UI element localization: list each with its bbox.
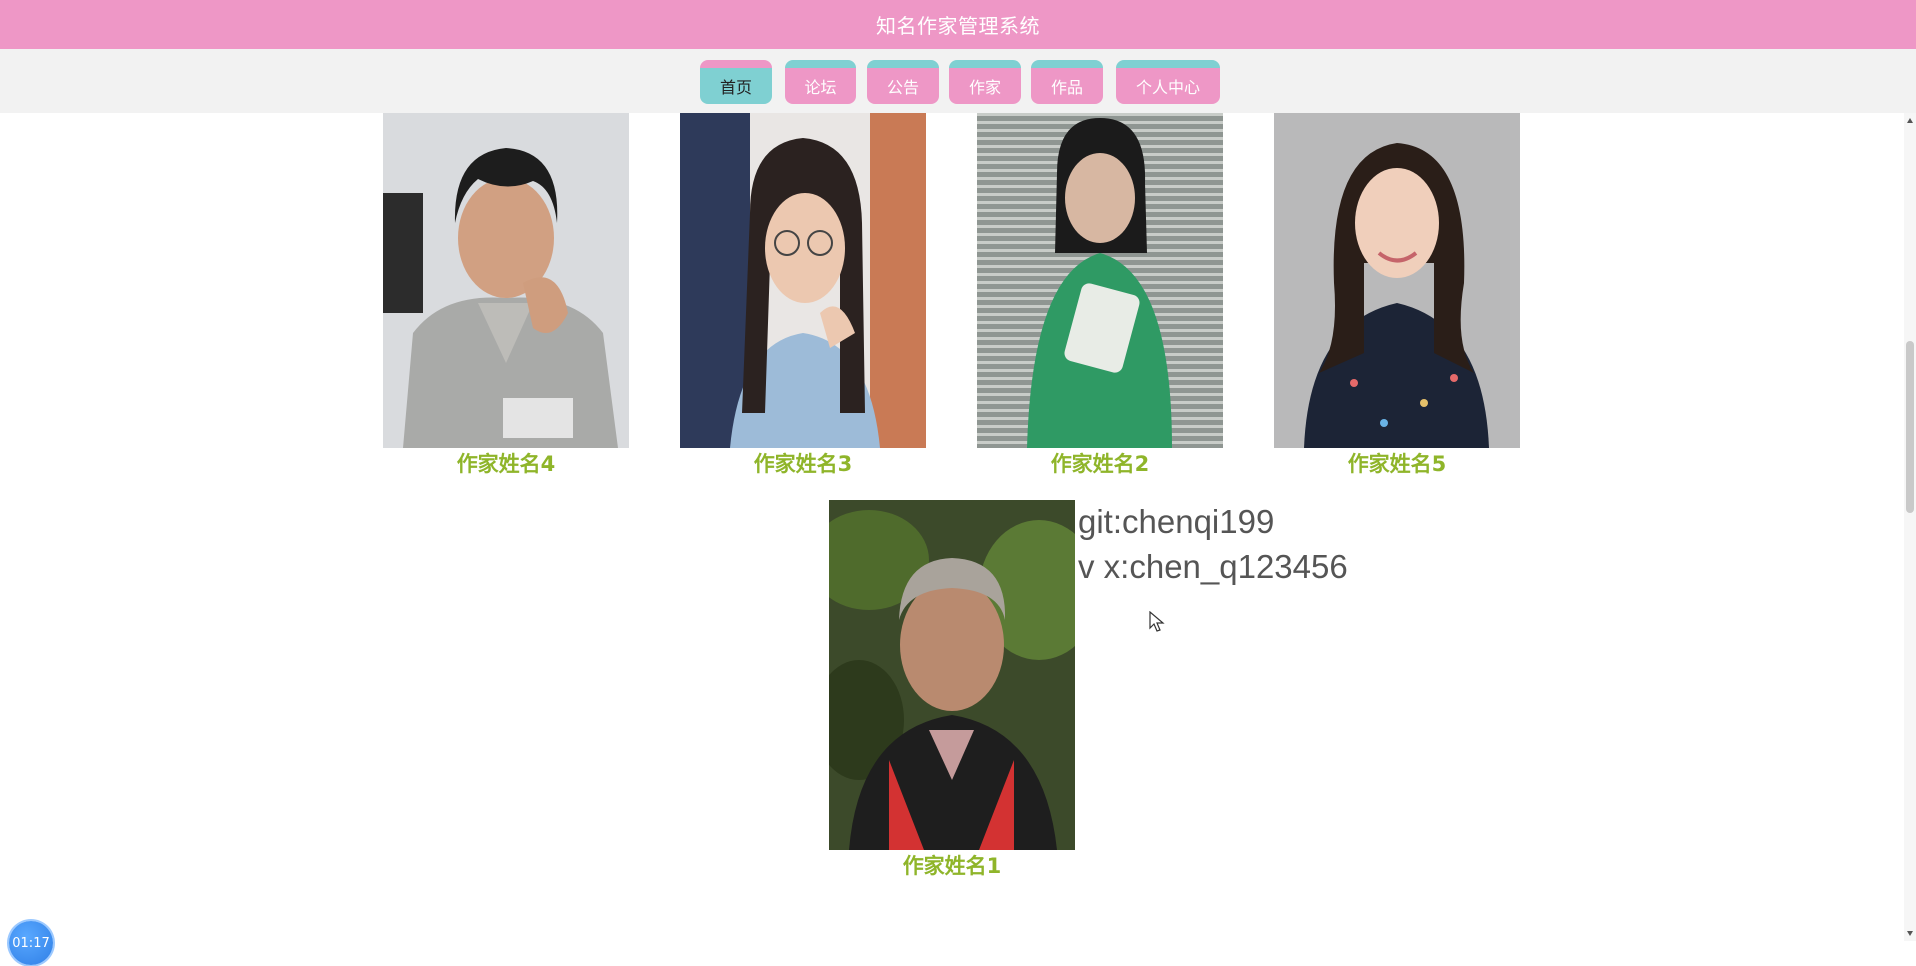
writer-card[interactable]: 作家姓名2 bbox=[977, 113, 1223, 477]
app-title: 知名作家管理系统 bbox=[876, 14, 1040, 38]
writer-gallery: 作家姓名4 作家姓名3 作家姓名2 作家姓名5 作家姓名1 git:chenqi… bbox=[0, 113, 1904, 966]
writer-photo[interactable] bbox=[1274, 113, 1520, 448]
writer-photo[interactable] bbox=[680, 113, 926, 448]
nav-item-forum[interactable]: 论坛 bbox=[785, 60, 856, 104]
writer-card[interactable]: 作家姓名4 bbox=[383, 113, 629, 477]
writer-photo[interactable] bbox=[829, 500, 1075, 850]
mouse-cursor-icon bbox=[1149, 611, 1165, 632]
scroll-up-icon[interactable] bbox=[1907, 118, 1913, 123]
nav-item-works[interactable]: 作品 bbox=[1031, 60, 1103, 104]
writer-name[interactable]: 作家姓名4 bbox=[383, 451, 629, 477]
scroll-down-icon[interactable] bbox=[1907, 931, 1913, 936]
git-handle: git:chenqi199 bbox=[1078, 503, 1275, 540]
main-nav: 首页 论坛 公告 作家 作品 个人中心 bbox=[0, 49, 1916, 113]
nav-item-announcements[interactable]: 公告 bbox=[867, 60, 939, 104]
header-bar: 知名作家管理系统 bbox=[0, 0, 1916, 49]
writer-photo[interactable] bbox=[383, 113, 629, 448]
wechat-handle: v x:chen_q123456 bbox=[1078, 548, 1348, 585]
vertical-scrollbar[interactable] bbox=[1904, 113, 1916, 941]
writer-card[interactable]: 作家姓名3 bbox=[680, 113, 926, 477]
nav-item-writers[interactable]: 作家 bbox=[949, 60, 1021, 104]
timer-badge[interactable]: 01:17 bbox=[9, 921, 53, 965]
writer-name[interactable]: 作家姓名5 bbox=[1274, 451, 1520, 477]
nav-item-personal-center[interactable]: 个人中心 bbox=[1116, 60, 1220, 104]
writer-name[interactable]: 作家姓名1 bbox=[829, 853, 1075, 879]
scrollbar-thumb[interactable] bbox=[1906, 341, 1914, 513]
writer-card[interactable]: 作家姓名5 bbox=[1274, 113, 1520, 477]
writer-name[interactable]: 作家姓名3 bbox=[680, 451, 926, 477]
writer-name[interactable]: 作家姓名2 bbox=[977, 451, 1223, 477]
nav-item-home[interactable]: 首页 bbox=[700, 60, 772, 104]
contact-info: git:chenqi199 v x:chen_q123456 bbox=[1078, 499, 1348, 589]
writer-card[interactable]: 作家姓名1 bbox=[829, 500, 1075, 879]
writer-photo[interactable] bbox=[977, 113, 1223, 448]
